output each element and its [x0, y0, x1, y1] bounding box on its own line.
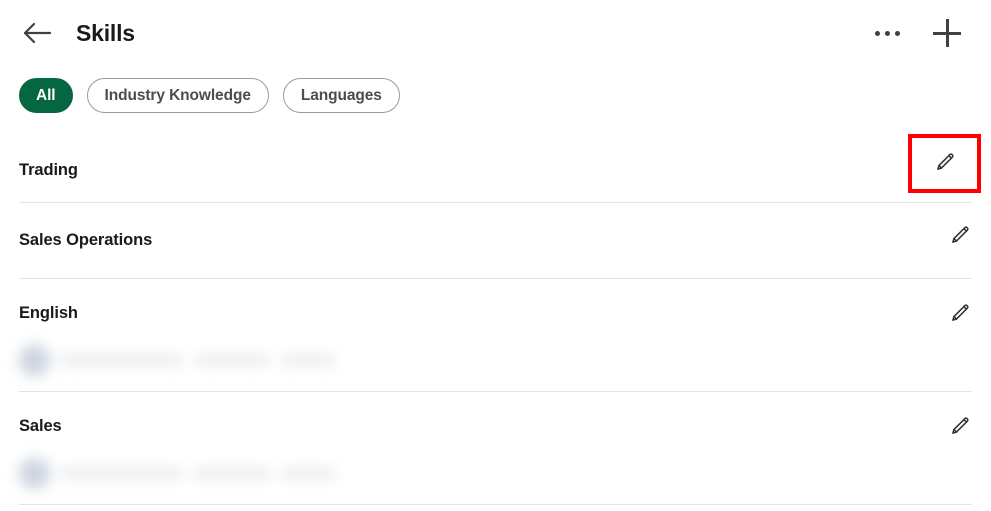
header-actions	[865, 11, 969, 55]
filter-pill-all[interactable]: All	[19, 78, 73, 113]
page-title: Skills	[76, 19, 135, 46]
avatar	[19, 458, 50, 489]
skill-row-sales-operations: Sales Operations	[0, 203, 991, 279]
filter-pill-label: Industry Knowledge	[104, 86, 251, 104]
skill-row-sales: Sales	[0, 392, 991, 505]
filter-pill-label: Languages	[300, 86, 382, 104]
row-divider	[19, 504, 972, 505]
skill-name: Sales	[19, 417, 62, 435]
endorsement-preview	[19, 457, 375, 490]
more-options-button[interactable]	[865, 11, 909, 55]
skill-name: Sales Operations	[19, 230, 153, 249]
skill-row-english: English	[0, 279, 991, 392]
skill-name: English	[19, 304, 78, 322]
filter-pill-label: All	[36, 86, 56, 104]
pencil-icon	[949, 415, 971, 440]
endorsement-text	[59, 356, 335, 365]
pencil-icon	[949, 224, 971, 249]
add-skill-button[interactable]	[925, 11, 969, 55]
arrow-left-icon	[22, 21, 52, 45]
edit-skill-button[interactable]	[942, 409, 978, 445]
filter-pill-group: All Industry Knowledge Languages	[19, 78, 400, 113]
pencil-icon	[949, 302, 971, 327]
avatar	[19, 345, 50, 376]
endorsement-text	[59, 469, 335, 478]
skill-name: Trading	[19, 161, 78, 180]
back-button[interactable]	[17, 13, 57, 53]
ellipsis-icon	[874, 30, 900, 36]
filter-pill-languages[interactable]: Languages	[282, 78, 400, 113]
skill-row-trading: Trading	[0, 133, 991, 203]
edit-skill-button[interactable]	[942, 296, 978, 332]
page-header: Skills	[0, 0, 991, 66]
endorsement-preview	[19, 344, 375, 377]
filter-pill-industry-knowledge[interactable]: Industry Knowledge	[86, 78, 269, 113]
skills-page: Skills All Industry Knowledge Languages	[0, 0, 991, 511]
pencil-icon	[934, 151, 956, 176]
skills-list: Trading Sales Operations English Sales	[0, 133, 991, 505]
edit-skill-button[interactable]	[942, 218, 978, 254]
edit-skill-button[interactable]	[908, 133, 981, 193]
plus-icon	[933, 19, 961, 47]
